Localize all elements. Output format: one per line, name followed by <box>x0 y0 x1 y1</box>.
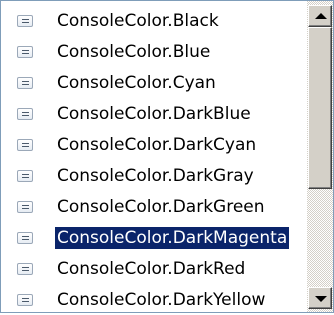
enum-member-icon <box>17 201 33 213</box>
enum-member-icon <box>17 294 33 306</box>
enum-member-icon <box>17 139 33 151</box>
scroll-down-button[interactable] <box>308 287 332 309</box>
triangle-down-icon <box>315 296 327 302</box>
list-item-label: ConsoleColor.DarkBlue <box>57 104 251 124</box>
list-item-label: ConsoleColor.DarkYellow <box>57 290 266 310</box>
list-item[interactable]: ConsoleColor.DarkYellow <box>1 284 307 315</box>
list-item-label: ConsoleColor.DarkGreen <box>57 197 265 217</box>
enum-member-icon <box>17 108 33 120</box>
list-item[interactable]: ConsoleColor.DarkBlue <box>1 98 307 129</box>
list-item[interactable]: ConsoleColor.Cyan <box>1 67 307 98</box>
enum-member-icon <box>17 232 33 244</box>
list-item-label: ConsoleColor.Black <box>57 11 219 31</box>
scrollbar-thumb[interactable] <box>308 27 332 189</box>
list-item-label: ConsoleColor.Cyan <box>57 73 216 93</box>
enum-member-icon <box>17 46 33 58</box>
list-item[interactable]: ConsoleColor.DarkGreen <box>1 191 307 222</box>
list-item-label: ConsoleColor.Blue <box>57 42 211 62</box>
enum-member-icon <box>17 15 33 27</box>
enum-member-icon <box>17 263 33 275</box>
vertical-scrollbar[interactable] <box>307 1 333 312</box>
list-item[interactable]: ConsoleColor.DarkRed <box>1 253 307 284</box>
list-item-selected[interactable]: ConsoleColor.DarkMagenta <box>1 222 307 253</box>
triangle-up-icon <box>315 13 327 19</box>
list-item-label: ConsoleColor.DarkMagenta <box>55 227 290 249</box>
list-item-label: ConsoleColor.DarkCyan <box>57 135 257 155</box>
list-item[interactable]: ConsoleColor.Black <box>1 5 307 36</box>
list-item[interactable]: ConsoleColor.Blue <box>1 36 307 67</box>
completion-list[interactable]: ConsoleColor.Black ConsoleColor.Blue Con… <box>1 1 307 312</box>
intellisense-list[interactable]: ConsoleColor.Black ConsoleColor.Blue Con… <box>0 0 334 313</box>
enum-member-icon <box>17 170 33 182</box>
list-item-label: ConsoleColor.DarkGray <box>57 166 254 186</box>
list-item[interactable]: ConsoleColor.DarkCyan <box>1 129 307 160</box>
list-item[interactable]: ConsoleColor.DarkGray <box>1 160 307 191</box>
enum-member-icon <box>17 77 33 89</box>
list-item-label: ConsoleColor.DarkRed <box>57 259 246 279</box>
scroll-up-button[interactable] <box>308 5 332 27</box>
